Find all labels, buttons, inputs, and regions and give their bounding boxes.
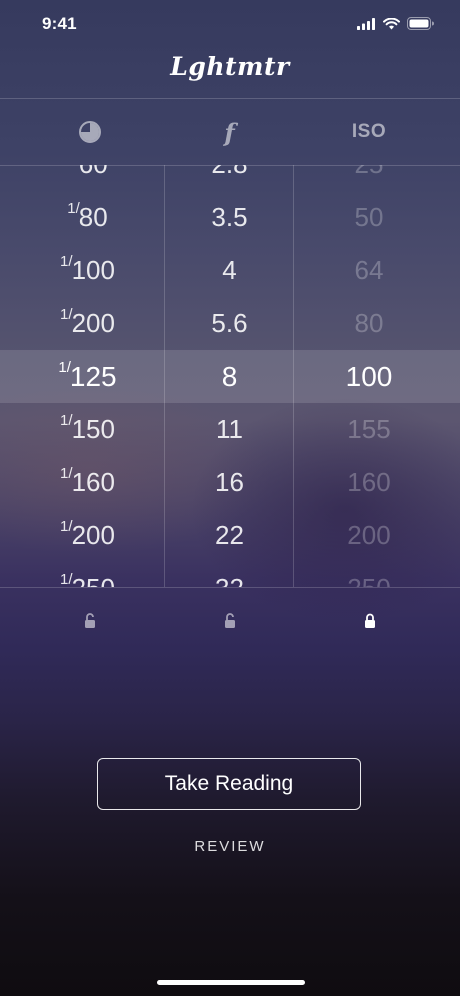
fraction-denominator: 200 [71,308,115,338]
aperture-option[interactable]: 32 [165,562,294,587]
iso-option[interactable]: 25 [294,165,444,191]
aperture-option[interactable]: 8 [165,350,294,403]
fraction-numerator: 1/ [60,412,73,429]
iso-option[interactable]: 160 [294,456,444,509]
shutter-option[interactable]: 1/80 [10,191,165,244]
iso-option[interactable]: 155 [294,403,444,456]
shutter-option[interactable]: 1/200 [10,297,165,350]
aperture-option[interactable]: 2.8 [165,165,294,191]
home-indicator [157,980,305,985]
shutter-speed-header [0,99,180,165]
aperture-option[interactable]: 4 [165,244,294,297]
column-headers: f ISO [0,99,460,165]
fraction-numerator: 1/ [60,571,73,587]
picker-bottom-divider [0,587,460,588]
aperture-option[interactable]: 5.6 [165,297,294,350]
wifi-icon [383,17,400,29]
review-link[interactable]: REVIEW [0,838,460,855]
iso-option[interactable]: 250 [294,562,444,587]
status-time: 9:41 [42,14,77,33]
take-reading-button[interactable]: Take Reading [97,758,361,810]
iso-lock-closed-icon[interactable] [362,612,378,630]
iso-option[interactable]: 100 [294,350,444,403]
shutter-option[interactable]: 1/150 [10,403,165,456]
fraction-denominator: 125 [69,360,117,392]
fraction-denominator: 80 [78,202,108,232]
column-divider [293,165,294,587]
iso-option[interactable]: 80 [294,297,444,350]
shutter-option[interactable]: 1/250 [10,562,165,587]
fraction-numerator: 1/ [60,306,73,323]
iso-option[interactable]: 64 [294,244,444,297]
fraction-denominator: 60 [79,165,108,180]
shutter-speed-icon [79,121,101,143]
iso-option[interactable]: 50 [294,191,444,244]
column-divider [164,165,165,587]
battery-icon [407,17,434,30]
fraction-numerator: 1/ [67,200,80,217]
fraction-numerator: 1/ [58,359,71,376]
fraction-denominator: 150 [71,414,115,444]
exposure-picker: 1/601/801/1001/2001/1251/1501/1601/2001/… [0,165,460,587]
fraction-numerator: 1/ [60,465,73,482]
aperture-header: f [224,117,235,147]
aperture-option[interactable]: 3.5 [165,191,294,244]
shutter-speed-wheel[interactable]: 1/601/801/1001/2001/1251/1501/1601/2001/… [10,165,165,587]
shutter-option[interactable]: 1/125 [10,350,165,403]
aperture-option[interactable]: 16 [165,456,294,509]
fraction-denominator: 160 [71,467,115,497]
fraction-denominator: 250 [72,573,115,587]
shutter-option[interactable]: 1/100 [10,244,165,297]
cellular-signal-icon [357,17,375,30]
shutter-lock-open-icon[interactable] [82,612,98,630]
shutter-option[interactable]: 1/200 [10,509,165,562]
app-title: Lghtmtr [170,52,290,81]
iso-header: ISO [351,121,387,142]
iso-wheel[interactable]: 25506480100155160200250 [294,165,444,587]
iso-option[interactable]: 200 [294,509,444,562]
aperture-option[interactable]: 22 [165,509,294,562]
fraction-denominator: 100 [71,255,115,285]
fraction-denominator: 200 [71,520,115,550]
aperture-lock-open-icon[interactable] [222,612,238,630]
fraction-numerator: 1/ [60,518,73,535]
status-bar: 9:41 [0,0,460,50]
status-icons [357,17,434,30]
shutter-option[interactable]: 1/160 [10,456,165,509]
aperture-option[interactable]: 11 [165,403,294,456]
shutter-option[interactable]: 1/60 [10,165,165,191]
aperture-wheel[interactable]: 2.83.545.6811162232 [165,165,294,587]
fraction-numerator: 1/ [60,253,73,270]
